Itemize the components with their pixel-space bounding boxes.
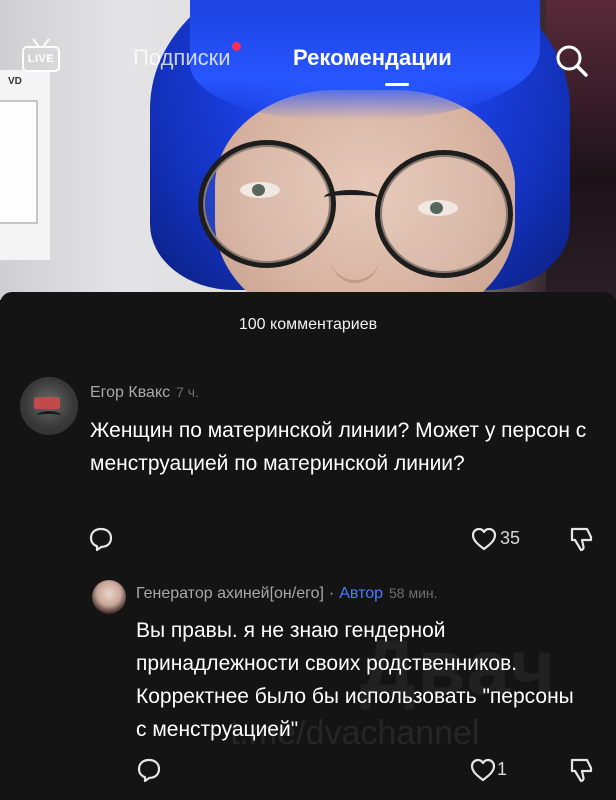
comment-author-line: Генератор ахиней[он/его] · Автор 58 мин. xyxy=(136,585,438,603)
author-badge: Автор xyxy=(339,585,384,602)
heart-icon[interactable] xyxy=(470,526,498,552)
heart-icon[interactable] xyxy=(469,757,497,783)
comment-count: 100 комментариев xyxy=(238,316,378,333)
avatar[interactable] xyxy=(92,580,126,614)
live-icon[interactable]: LIVE xyxy=(22,46,60,72)
glasses-right-lens xyxy=(375,150,513,278)
like-count: 35 xyxy=(500,528,521,548)
top-navigation: LIVE Подписки Рекомендации xyxy=(0,0,616,120)
comment-time: 58 мин. xyxy=(389,585,438,601)
search-icon[interactable] xyxy=(555,44,589,78)
avatar[interactable] xyxy=(20,377,78,435)
comment-author[interactable]: Егор Квакс xyxy=(90,384,170,401)
comment-time: 7 ч. xyxy=(176,384,199,400)
avatar-eyes xyxy=(37,411,61,420)
notification-dot xyxy=(231,42,241,51)
dislike-icon[interactable] xyxy=(566,525,594,553)
comments-panel: 100 комментариев Егор Квакс 7 ч. Женщин п… xyxy=(0,292,616,800)
glasses-bridge xyxy=(324,190,378,205)
author-separator: · xyxy=(328,585,335,602)
tab-for-you[interactable]: Рекомендации xyxy=(293,45,452,71)
dislike-icon[interactable] xyxy=(566,756,594,784)
comment-text[interactable]: Женщин по материнской линии? Может у пер… xyxy=(90,414,590,480)
person-nose xyxy=(330,230,380,283)
like-count: 1 xyxy=(497,759,508,779)
tab-following[interactable]: Подписки xyxy=(133,42,241,71)
live-label: LIVE xyxy=(27,53,55,65)
watermark-logo: Двач xyxy=(360,623,558,711)
reply-icon[interactable] xyxy=(136,757,162,783)
tab-for-you-label: Рекомендации xyxy=(293,45,452,70)
comment-author[interactable]: Генератор ахиней[он/его] xyxy=(136,585,324,602)
active-tab-indicator xyxy=(385,83,409,86)
reply-icon[interactable] xyxy=(88,526,114,552)
glasses-left-lens xyxy=(198,140,336,268)
watermark-url: t.me/dvachannel xyxy=(230,714,480,752)
tab-following-label: Подписки xyxy=(133,45,231,70)
comment-author-line: Егор Квакс 7 ч. xyxy=(90,384,199,402)
avatar-tag xyxy=(34,397,60,409)
